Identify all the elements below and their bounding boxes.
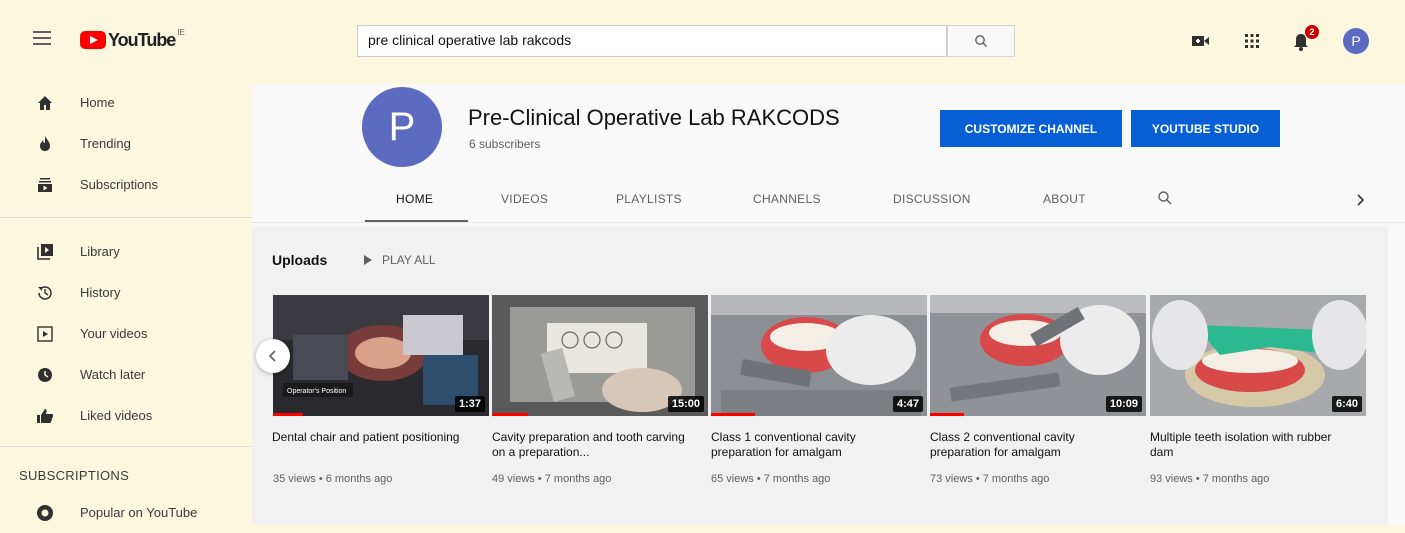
subscriptions-heading: SUBSCRIPTIONS: [19, 468, 130, 483]
sidebar-item-label: Home: [80, 95, 115, 110]
sidebar-item-label: Subscriptions: [80, 177, 159, 192]
subscriptions-icon: [38, 178, 52, 192]
logo-country-code: IE: [177, 27, 185, 37]
video-duration: 10:09: [1105, 396, 1142, 412]
channel-search-icon[interactable]: [1157, 190, 1173, 209]
play-all-button[interactable]: PLAY ALL: [364, 253, 436, 267]
sidebar-item-label: Liked videos: [80, 408, 153, 423]
create-video-icon[interactable]: [1191, 32, 1211, 50]
video-thumbnail[interactable]: 10:09: [930, 295, 1146, 416]
chevron-left-icon: [268, 350, 276, 362]
video-thumbnail[interactable]: Operator's Position 1:37: [273, 295, 489, 416]
search-input[interactable]: pre clinical operative lab rakcods: [357, 25, 947, 57]
play-square-icon: [37, 326, 53, 342]
channel-avatar: P: [362, 87, 442, 167]
watch-progress-bar: [492, 413, 528, 416]
hamburger-menu-icon[interactable]: [33, 31, 51, 45]
video-metadata: 49 views • 7 months ago: [492, 473, 612, 485]
sidebar-item-popular-on-youtube[interactable]: Popular on YouTube: [0, 493, 252, 533]
fire-icon: [40, 136, 50, 151]
video-duration: 4:47: [892, 396, 923, 412]
account-avatar[interactable]: P: [1343, 28, 1369, 54]
video-metadata: 65 views • 7 months ago: [711, 473, 831, 485]
sidebar-item-history[interactable]: History: [0, 273, 252, 313]
tab-channels[interactable]: CHANNELS: [753, 192, 821, 206]
sidebar-item-liked-videos[interactable]: Liked videos: [0, 396, 252, 436]
tab-playlists[interactable]: PLAYLISTS: [616, 192, 682, 206]
sidebar-item-label: Trending: [80, 136, 131, 151]
watch-progress-bar: [711, 413, 755, 416]
notification-count-badge: 2: [1305, 25, 1319, 39]
youtube-play-icon: [80, 31, 106, 49]
search-button[interactable]: [947, 25, 1015, 57]
sidebar-item-label: Watch later: [80, 367, 146, 382]
thumb-caption: Operator's Position: [287, 388, 346, 395]
tabs-scroll-right-icon[interactable]: [1355, 193, 1365, 210]
sidebar-item-your-videos[interactable]: Your videos: [0, 314, 252, 354]
video-thumbnail[interactable]: 6:40: [1150, 295, 1366, 416]
video-title[interactable]: Cavity preparation and tooth carving on …: [492, 430, 692, 460]
sidebar-item-home[interactable]: Home: [0, 83, 252, 123]
youtube-studio-button[interactable]: YOUTUBE STUDIO: [1131, 110, 1280, 147]
sidebar-item-label: Your videos: [80, 326, 148, 341]
subscriber-count: 6 subscribers: [469, 137, 541, 151]
sidebar-item-subscriptions[interactable]: Subscriptions: [0, 165, 252, 205]
video-thumbnail[interactable]: 15:00: [492, 295, 708, 416]
tab-home[interactable]: HOME: [396, 192, 433, 206]
video-duration: 6:40: [1331, 396, 1362, 412]
video-metadata: 35 views • 6 months ago: [273, 473, 393, 485]
clock-icon: [38, 368, 52, 382]
video-metadata: 73 views • 7 months ago: [930, 473, 1050, 485]
logo-text: YouTube: [108, 29, 176, 50]
customize-channel-button[interactable]: CUSTOMIZE CHANNEL: [940, 110, 1122, 147]
sidebar-divider: [0, 217, 252, 218]
sidebar-item-label: Library: [80, 244, 120, 259]
apps-grid-icon[interactable]: [1243, 32, 1263, 50]
tabs-divider: [252, 222, 1405, 223]
sidebar-item-library[interactable]: Library: [0, 232, 252, 272]
watch-progress-bar: [273, 413, 303, 416]
sidebar-item-label: History: [80, 285, 121, 300]
youtube-logo[interactable]: YouTube IE: [80, 27, 185, 50]
sidebar-item-label: Popular on YouTube: [80, 505, 198, 520]
channel-name: Pre-Clinical Operative Lab RAKCODS: [468, 105, 840, 130]
home-icon: [38, 96, 52, 110]
popular-channel-icon: [37, 505, 53, 521]
video-title[interactable]: Dental chair and patient positioning: [272, 430, 472, 445]
search-icon: [975, 35, 987, 47]
history-icon: [38, 286, 52, 300]
watch-progress-bar: [930, 413, 964, 416]
uploads-heading[interactable]: Uploads: [272, 252, 327, 268]
library-icon: [37, 244, 53, 260]
shelf-scroll-left-button[interactable]: [256, 339, 290, 373]
play-all-label: PLAY ALL: [382, 253, 436, 267]
sidebar-item-watch-later[interactable]: Watch later: [0, 355, 252, 395]
sidebar-item-trending[interactable]: Trending: [0, 124, 252, 164]
video-title[interactable]: Class 2 conventional cavity preparation …: [930, 430, 1130, 460]
video-thumbnail[interactable]: 4:47: [711, 295, 927, 416]
thumb-up-icon: [37, 409, 53, 423]
video-duration: 15:00: [667, 396, 704, 412]
video-metadata: 93 views • 7 months ago: [1150, 473, 1270, 485]
video-title[interactable]: Class 1 conventional cavity preparation …: [711, 430, 911, 460]
play-icon: [364, 255, 372, 265]
video-title[interactable]: Multiple teeth isolation with rubber dam: [1150, 430, 1350, 460]
video-duration: 1:37: [454, 396, 485, 412]
sidebar-divider: [0, 446, 252, 447]
tab-discussion[interactable]: DISCUSSION: [893, 192, 971, 206]
tab-videos[interactable]: VIDEOS: [501, 192, 548, 206]
tab-about[interactable]: ABOUT: [1043, 192, 1086, 206]
